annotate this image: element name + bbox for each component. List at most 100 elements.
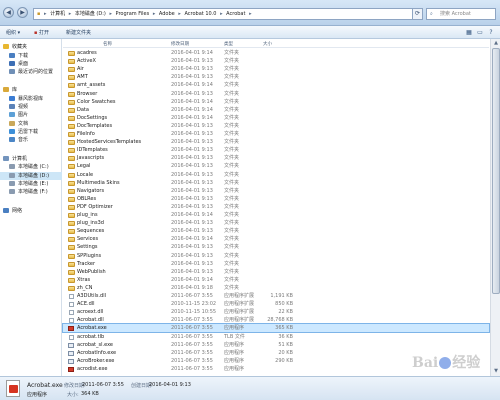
file-row[interactable]: Browser 2016-04-01 9:13 文件夹 (63, 90, 489, 98)
file-row[interactable]: IDTemplates 2016-04-01 9:13 文件夹 (63, 146, 489, 154)
dll-file-icon (69, 302, 74, 308)
file-date: 2016-04-01 9:13 (171, 171, 213, 178)
new-folder-button[interactable]: 新建文件夹 (66, 29, 91, 36)
file-row[interactable]: Navigators 2016-04-01 9:13 文件夹 (63, 187, 489, 195)
folder-icon (68, 59, 75, 65)
file-type: 文件夹 (224, 50, 240, 56)
refresh-button[interactable]: ⟳ (412, 8, 423, 20)
scroll-down-icon[interactable]: ▼ (492, 368, 500, 375)
file-row[interactable]: ActiveX 2016-04-01 9:13 文件夹 (63, 57, 489, 65)
sidebar-item[interactable]: 图片 (0, 111, 62, 119)
scrollbar-thumb[interactable] (492, 48, 500, 294)
vertical-scrollbar[interactable]: ▲ ▼ (490, 39, 500, 376)
drive-icon (9, 173, 15, 178)
address-bar[interactable]: ▪ ▸ 计算机 ▸ 本地磁盘 (D:) ▸ Program Files ▸ Ad… (33, 8, 413, 20)
file-row[interactable]: acroext.dll 2010-11-15 10:55 应用程序扩展 22 KB (63, 308, 489, 316)
sidebar-item[interactable]: 库 (0, 86, 62, 94)
sidebar-item-label: 收藏夹 (12, 44, 28, 50)
file-row[interactable]: Data 2016-04-01 9:14 文件夹 (63, 106, 489, 114)
file-row[interactable]: Settings 2016-04-01 9:13 文件夹 (63, 243, 489, 251)
file-row[interactable]: acrobat.tlb 2011-06-07 3:55 TLB 文件 36 KB (63, 333, 489, 341)
file-row[interactable]: Air 2016-04-01 9:13 文件夹 (63, 65, 489, 73)
file-row[interactable]: A3DUtils.dll 2011-06-07 3:55 应用程序扩展 1,191 K… (63, 292, 489, 300)
file-row[interactable]: plug_ins3d 2016-04-01 9:13 文件夹 (63, 219, 489, 227)
file-row[interactable]: ACE.dll 2010-11-15 23:02 应用程序扩展 850 KB (63, 300, 489, 308)
file-row[interactable]: Color Swatches 2016-04-01 9:14 文件夹 (63, 98, 489, 106)
sidebar-item-label: 桌面 (18, 61, 29, 67)
breadcrumb-acrobat-10[interactable]: Acrobat 10.0 (184, 11, 216, 17)
sidebar-item[interactable]: 最近访问的位置 (0, 68, 62, 76)
sidebar-item[interactable]: 音乐 (0, 136, 62, 144)
folder-icon (68, 229, 75, 235)
search-input[interactable]: ⌕ 搜索 Acrobat (426, 8, 496, 20)
sidebar-item[interactable]: 桌面 (0, 60, 62, 68)
column-name[interactable]: 名称 (103, 41, 112, 47)
organize-button[interactable]: 组织 ▾ (6, 29, 20, 36)
baidu-watermark: Bai 经验 (412, 352, 480, 372)
file-row[interactable]: acadres 2016-04-01 9:14 文件夹 (63, 49, 489, 57)
file-date: 2011-06-07 3:55 (171, 317, 213, 324)
file-row[interactable]: Acrobat.exe 2011-06-07 3:55 应用程序 365 KB (62, 323, 490, 334)
file-row[interactable]: Sequences 2016-04-01 9:13 文件夹 (63, 227, 489, 235)
file-type: 文件夹 (224, 90, 240, 97)
sidebar-item[interactable]: 网络 (0, 207, 62, 215)
recent-places-icon (9, 69, 15, 74)
file-date: 2016-04-01 9:13 (171, 122, 213, 129)
sidebar-item[interactable]: 文档 (0, 120, 62, 128)
column-size[interactable]: 大小 (263, 41, 272, 47)
preview-pane-icon[interactable]: ▭ (475, 28, 485, 37)
file-date: 2016-04-01 9:13 (171, 260, 213, 267)
sidebar-item[interactable]: 收藏夹 (0, 43, 62, 51)
file-row[interactable]: amt_assets 2016-04-01 9:14 文件夹 (63, 81, 489, 89)
help-icon[interactable]: ? (486, 28, 496, 37)
file-row[interactable]: plug_ins 2016-04-01 9:14 文件夹 (63, 211, 489, 219)
file-row[interactable]: Services 2016-04-01 9:14 文件夹 (63, 235, 489, 243)
file-name: Air (77, 66, 84, 73)
file-row[interactable]: OBLRes 2016-04-01 9:13 文件夹 (63, 195, 489, 203)
file-row[interactable]: FileInfo 2016-04-01 9:13 文件夹 (63, 130, 489, 138)
sidebar-item[interactable]: 本地磁盘 (C:) (0, 163, 62, 171)
folder-icon (68, 213, 75, 218)
file-row[interactable]: DocSettings 2016-04-01 9:14 文件夹 (63, 114, 489, 122)
sidebar-item[interactable]: 本地磁盘 (E:) (0, 180, 62, 188)
search-placeholder: 搜索 Acrobat (440, 11, 471, 17)
file-row[interactable]: HostedServicesTemplates 2016-04-01 9:13 文件… (63, 138, 489, 146)
scroll-up-icon[interactable]: ▲ (492, 40, 500, 47)
file-row[interactable]: AMT 2016-04-01 9:13 文件夹 (63, 73, 489, 81)
file-row[interactable]: zh_CN 2016-04-01 9:18 文件夹 (63, 284, 489, 292)
file-row[interactable]: acrobat_sl.exe 2011-06-07 3:55 应用程序 51 KB (63, 341, 489, 349)
breadcrumb-acrobat[interactable]: Acrobat (226, 11, 245, 17)
file-row[interactable]: WebPublish 2016-04-01 9:13 文件夹 (63, 268, 489, 276)
forward-button[interactable]: ▶ (17, 7, 28, 18)
file-row[interactable]: Xtras 2016-04-01 9:14 文件夹 (63, 276, 489, 284)
file-row[interactable]: SPPlugins 2016-04-01 9:13 文件夹 (63, 252, 489, 260)
file-row[interactable]: Multimedia Skins 2016-04-01 9:13 文件夹 (63, 179, 489, 187)
file-row[interactable]: Javascripts 2016-04-01 9:13 文件夹 (63, 154, 489, 162)
file-row[interactable]: DocTemplates 2016-04-01 9:13 文件夹 (63, 122, 489, 130)
view-options-icon[interactable]: ▦ (464, 28, 474, 37)
file-type: 文件夹 (224, 252, 240, 259)
sidebar-item[interactable]: 视频 (0, 103, 62, 111)
drive-icon (9, 164, 15, 169)
file-row[interactable]: Locale 2016-04-01 9:13 文件夹 (63, 171, 489, 179)
breadcrumb-program-files[interactable]: Program Files (116, 11, 150, 17)
sidebar-item[interactable]: 计算机 (0, 155, 62, 163)
details-size-label: 大小: (67, 392, 79, 398)
file-row[interactable]: PDF Optimizer 2016-04-01 9:13 文件夹 (63, 203, 489, 211)
back-button[interactable]: ◀ (3, 7, 14, 18)
breadcrumb-computer[interactable]: 计算机 (50, 11, 65, 17)
breadcrumb-drive-d[interactable]: 本地磁盘 (D:) (75, 11, 106, 17)
open-button[interactable]: ▪ 打开 (34, 29, 49, 36)
file-row[interactable]: Tracker 2016-04-01 9:13 文件夹 (63, 260, 489, 268)
file-row[interactable]: Legal 2016-04-01 9:13 文件夹 (63, 162, 489, 170)
sidebar-item[interactable]: 迅雷下载 (0, 128, 62, 136)
file-row[interactable]: Acrobat.dll 2011-06-07 3:55 应用程序扩展 28,768 K… (63, 316, 489, 324)
file-type: 文件夹 (224, 147, 240, 154)
sidebar-item[interactable]: 下载 (0, 52, 62, 60)
sidebar-item[interactable]: 本地磁盘 (D:) (0, 172, 62, 180)
column-type[interactable]: 类型 (224, 41, 233, 47)
sidebar-item[interactable]: 暴风影视库 (0, 95, 62, 103)
sidebar-item[interactable]: 本地磁盘 (F:) (0, 188, 62, 196)
breadcrumb-adobe[interactable]: Adobe (159, 11, 175, 17)
column-date[interactable]: 修改日期 (171, 41, 189, 47)
